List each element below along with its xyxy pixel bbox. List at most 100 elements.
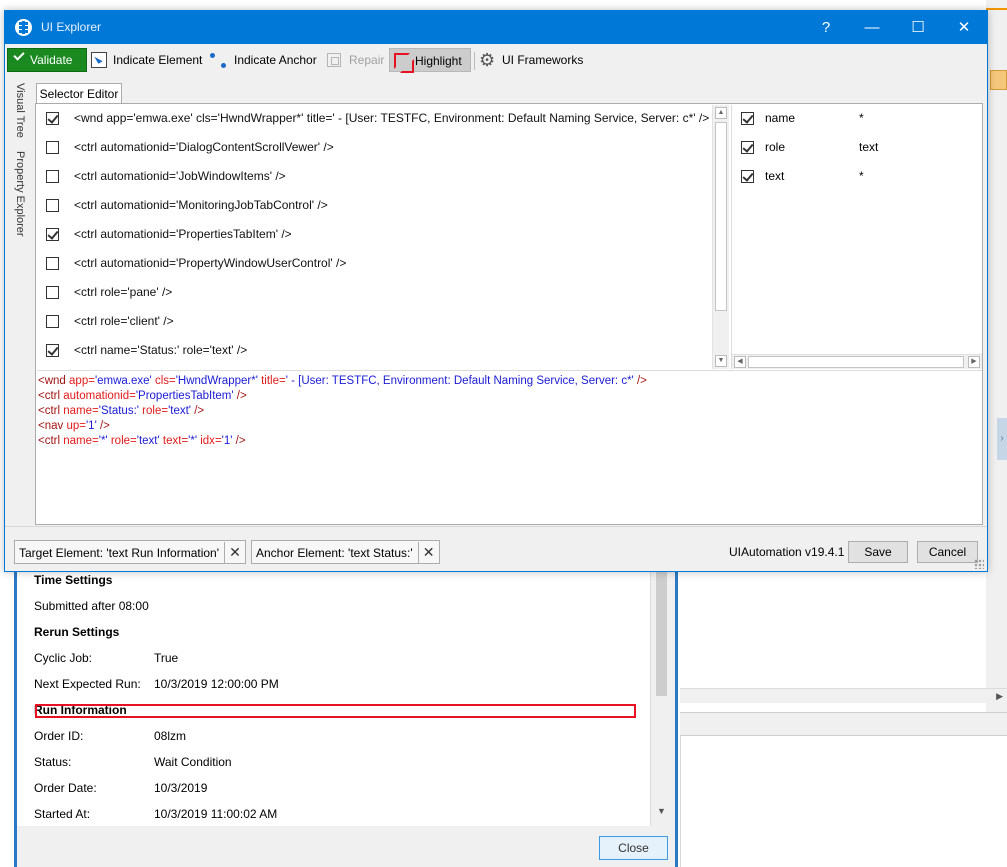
save-button[interactable]: Save — [848, 541, 908, 563]
scroll-down-arrow-icon[interactable]: ▼ — [715, 355, 727, 367]
selector-node-row[interactable]: <ctrl automationid='JobWindowItems' /> — [37, 163, 713, 192]
submitted-after-text: Submitted after 08:00 — [34, 599, 149, 613]
node-checkbox[interactable] — [46, 286, 59, 299]
attribute-checkbox[interactable] — [741, 170, 754, 183]
scroll-down-arrow-icon[interactable]: ▼ — [657, 806, 666, 816]
ui-frameworks-button[interactable]: ⚙ UI Frameworks — [479, 48, 583, 72]
attributes-list: name * role text text * ◀ ▶ — [731, 105, 982, 369]
node-text: <ctrl name='Status:' role='text' /> — [74, 343, 248, 357]
selector-node-row[interactable]: <ctrl role='client' /> — [37, 308, 713, 337]
xml-attribute-name: up — [66, 420, 80, 432]
attribute-checkbox[interactable] — [741, 112, 754, 125]
title-bar[interactable]: UI Explorer ? — ☐ ✕ — [5, 11, 987, 44]
node-checkbox[interactable] — [46, 112, 59, 125]
xml-attribute-name: role — [142, 405, 162, 417]
minimize-button[interactable]: — — [849, 11, 895, 44]
toolbar: Validate Indicate Element Indicate Ancho… — [5, 44, 987, 78]
help-button[interactable]: ? — [803, 11, 849, 44]
indicate-element-button[interactable]: Indicate Element — [91, 48, 202, 72]
selector-xml-line: <ctrl name='*' role='text' text='*' idx=… — [38, 435, 246, 447]
node-checkbox[interactable] — [46, 170, 59, 183]
remove-target-icon[interactable]: ✕ — [225, 541, 245, 563]
xml-attribute-name: role — [110, 435, 131, 447]
close-window-button[interactable]: ✕ — [941, 11, 987, 44]
xml-attribute-value: 'PropertiesTabItem' — [135, 390, 234, 402]
node-text: <ctrl automationid='PropertyWindowUserCo… — [74, 256, 347, 270]
attribute-value[interactable]: text — [859, 134, 878, 161]
cancel-button[interactable]: Cancel — [917, 541, 978, 563]
job-vertical-scrollbar[interactable]: ▼ — [653, 566, 670, 818]
checkmark-icon — [13, 49, 25, 61]
scroll-thumb[interactable] — [748, 356, 964, 368]
remove-anchor-icon[interactable]: ✕ — [419, 541, 439, 563]
anchor-element-chip: Anchor Element: 'text Status:' ✕ — [251, 540, 440, 564]
xml-attribute-name: app — [69, 375, 89, 387]
xml-attribute-value: ' - [User: TESTFC, Environment: Default … — [285, 375, 634, 387]
scroll-thumb[interactable] — [715, 122, 727, 311]
validate-button[interactable]: Validate — [7, 48, 87, 72]
selector-node-row[interactable]: <ctrl role='pane' /> — [37, 279, 713, 308]
indicate-anchor-button[interactable]: Indicate Anchor — [210, 48, 317, 72]
xml-attribute-name: text — [162, 435, 182, 447]
nodes-vertical-scrollbar[interactable]: ▲ ▼ — [712, 105, 729, 369]
attribute-value[interactable]: * — [859, 105, 864, 132]
tab-selector-editor[interactable]: Selector Editor — [36, 83, 122, 104]
scroll-right-arrow-icon[interactable]: ▶ — [996, 691, 1003, 702]
attribute-value[interactable]: * — [859, 163, 864, 190]
attribute-checkbox[interactable] — [741, 141, 754, 154]
attributes-horizontal-scrollbar[interactable]: ◀ ▶ — [732, 354, 982, 369]
selector-xml-line: <ctrl name='Status:' role='text' /> — [38, 405, 205, 417]
selector-node-row[interactable]: <ctrl automationid='PropertiesTabItem' /… — [37, 221, 713, 250]
node-checkbox[interactable] — [46, 315, 59, 328]
cyclic-job-label: Cyclic Job: — [34, 651, 93, 665]
xml-attribute-value: 'Status:' — [98, 405, 139, 417]
node-checkbox[interactable] — [46, 141, 59, 154]
selector-xml-editor[interactable]: <wnd app='emwa.exe' cls='HwndWrapper*' t… — [37, 370, 982, 523]
anchor-element-label: Anchor Element: 'text Status:' — [252, 542, 419, 564]
order-date-label: Order Date: — [34, 781, 97, 795]
attribute-row[interactable]: name * — [732, 105, 982, 134]
node-checkbox[interactable] — [46, 344, 59, 357]
node-checkbox[interactable] — [46, 199, 59, 212]
next-run-value: 10/3/2019 12:00:00 PM — [154, 677, 279, 691]
selector-node-row[interactable]: <ctrl automationid='PropertyWindowUserCo… — [37, 250, 713, 279]
resize-grip-icon[interactable] — [974, 559, 984, 569]
xml-attribute-name: title — [261, 375, 280, 387]
xml-attribute-name: cls — [154, 375, 170, 387]
tab-property-explorer[interactable]: Property Explorer — [11, 151, 26, 237]
background-tab[interactable] — [990, 70, 1007, 90]
node-text: <ctrl role='pane' /> — [74, 285, 173, 299]
background-panel — [680, 736, 1007, 867]
selector-node-row[interactable]: <ctrl name='Status:' role='text' /> — [37, 337, 713, 366]
node-checkbox[interactable] — [46, 257, 59, 270]
background-horizontal-scrollbar[interactable]: ▶ — [680, 688, 1007, 703]
close-button[interactable]: Close — [599, 836, 668, 860]
xml-attribute-value: '1' — [85, 420, 97, 432]
attribute-row[interactable]: text * — [732, 163, 982, 192]
repair-label: Repair — [349, 53, 385, 67]
scroll-left-arrow-icon[interactable]: ◀ — [734, 356, 746, 368]
xml-attribute-value: 'HwndWrapper*' — [175, 375, 258, 387]
selector-node-row[interactable]: <ctrl automationid='MonitoringJobTabCont… — [37, 192, 713, 221]
attribute-name: text — [765, 169, 785, 183]
side-expand-arrow-icon[interactable]: › — [997, 418, 1007, 460]
node-checkbox[interactable] — [46, 228, 59, 241]
maximize-button[interactable]: ☐ — [895, 11, 941, 44]
scroll-right-arrow-icon[interactable]: ▶ — [968, 356, 980, 368]
selector-node-row[interactable]: <wnd app='emwa.exe' cls='HwndWrapper*' t… — [37, 105, 713, 134]
xml-attribute-name: automationid — [63, 390, 130, 402]
selector-node-row[interactable]: <ctrl automationid='DialogContentScrollV… — [37, 134, 713, 163]
scroll-up-arrow-icon[interactable]: ▲ — [715, 107, 727, 119]
repair-button[interactable]: Repair — [327, 48, 384, 72]
tab-visual-tree[interactable]: Visual Tree — [11, 83, 26, 138]
scroll-thumb[interactable] — [656, 570, 667, 696]
selector-editor-panel: <wnd app='emwa.exe' cls='HwndWrapper*' t… — [35, 103, 983, 525]
highlight-toggle[interactable]: Highlight — [389, 48, 471, 73]
status-value: Wait Condition — [154, 755, 232, 769]
indicate-anchor-label: Indicate Anchor — [234, 53, 317, 67]
attribute-row[interactable]: role text — [732, 134, 982, 163]
attribute-name: name — [765, 111, 796, 125]
started-at-value: 10/3/2019 11:00:02 AM — [154, 807, 278, 821]
attribute-name: role — [765, 140, 786, 154]
validate-label: Validate — [30, 53, 73, 67]
